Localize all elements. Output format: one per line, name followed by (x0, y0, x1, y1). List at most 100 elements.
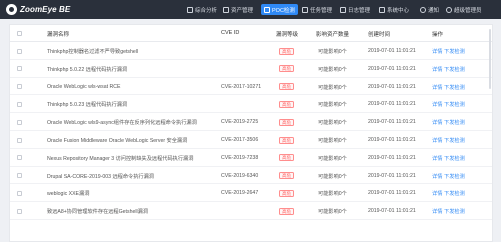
vuln-name[interactable]: Drupal SA-CORE-2019-003 远程命令执行漏洞 (47, 173, 154, 180)
row-checkbox[interactable] (17, 155, 22, 161)
details-link[interactable]: 详情 (432, 173, 442, 180)
dispatch-scan-link[interactable]: 下发检测 (444, 190, 465, 197)
user-icon (446, 6, 452, 13)
nav-label: 综合分析 (195, 7, 218, 14)
table-row: Thinkphp控制器名过滤不严导致getshell 高危 可能影响0个 2019-0… (10, 42, 492, 60)
table-row: 致远A8+协同管理软件存在远程Getshell漏洞 高危 可能影响0个 2019-07… (10, 202, 492, 220)
created-time: 2019-07-01 11:01:21 (368, 101, 416, 108)
row-checkbox[interactable] (17, 101, 22, 107)
scrollbar[interactable] (489, 29, 491, 89)
details-link[interactable]: 详情 (432, 119, 442, 126)
row-checkbox[interactable] (17, 137, 22, 143)
select-all-checkbox[interactable] (17, 31, 22, 36)
vuln-name[interactable]: Oracle WebLogic wls-wsat RCE (47, 84, 120, 90)
created-time: 2019-07-01 11:01:21 (368, 172, 416, 179)
details-link[interactable]: 详情 (432, 48, 442, 55)
impact-count: 可能影响0个 (318, 138, 347, 144)
table-row: Oracle Fusion Middleware Oracle WebLogic… (10, 131, 492, 149)
dispatch-scan-link[interactable]: 下发检测 (444, 208, 465, 215)
dispatch-scan-link[interactable]: 下发检测 (444, 155, 465, 162)
cve-id: CVE-2017-3506 (221, 137, 259, 143)
monitor-icon (379, 6, 385, 13)
cve-id: CVE-2019-2725 (221, 119, 259, 126)
severity-badge: 高危 (279, 47, 295, 55)
row-checkbox[interactable] (17, 66, 22, 72)
vuln-name[interactable]: Thinkphp 5.0.23 远程代码执行漏洞 (47, 101, 127, 108)
severity-badge: 高危 (279, 136, 295, 144)
details-link[interactable]: 详情 (432, 208, 442, 215)
grid-icon (187, 6, 193, 13)
document-icon (264, 6, 270, 13)
row-checkbox[interactable] (17, 84, 22, 90)
nav-item-tasks[interactable]: 任务管理 (302, 0, 332, 19)
impact-count: 可能影响0个 (318, 120, 347, 127)
table-row: Drupal SA-CORE-2019-003 远程命令执行漏洞 CVE-2019… (10, 167, 492, 185)
impact-count: 可能影响0个 (318, 102, 347, 109)
nav-item-assets[interactable]: 资产管理 (223, 0, 253, 19)
nav-label: 资产管理 (231, 7, 254, 14)
row-checkbox[interactable] (17, 48, 22, 54)
dispatch-scan-link[interactable]: 下发检测 (444, 66, 465, 73)
dispatch-scan-link[interactable]: 下发检测 (444, 137, 465, 144)
details-link[interactable]: 详情 (432, 84, 442, 91)
severity-badge: 高危 (279, 65, 295, 73)
created-time: 2019-07-01 11:01:21 (368, 48, 416, 54)
impact-count: 可能影响0个 (318, 209, 347, 216)
row-checkbox[interactable] (17, 173, 22, 179)
details-link[interactable]: 详情 (432, 155, 442, 162)
vuln-name[interactable]: Thinkphp 5.0.22 远程代码执行漏洞 (47, 66, 127, 73)
header-time: 创建时间 (368, 32, 391, 38)
impact-count: 可能影响0个 (318, 84, 347, 91)
list-icon (302, 6, 308, 13)
severity-badge: 高危 (279, 207, 295, 215)
table-row: Nexus Repository Manager 3 访问控制缺失及远程代码执行… (10, 149, 492, 167)
nav-item-poc[interactable]: POC检测 (261, 4, 298, 15)
vuln-name[interactable]: Nexus Repository Manager 3 访问控制缺失及远程代码执行… (47, 155, 193, 162)
vuln-name[interactable]: weblogic XXE漏洞 (47, 190, 89, 197)
cve-id: CVE-2019-7238 (221, 154, 259, 161)
vuln-name[interactable]: Oracle Fusion Middleware Oracle WebLogic… (47, 137, 187, 144)
table-row: Thinkphp 5.0.22 远程代码执行漏洞 高危 可能影响0个 2019-07-… (10, 60, 492, 78)
vuln-name[interactable]: Oracle WebLogic wls9-async组件存在反序列化远程命令执行… (47, 119, 197, 126)
row-checkbox[interactable] (17, 119, 22, 125)
table-row: weblogic XXE漏洞 CVE-2019-2647 高危 可能影响0个 2019-… (10, 184, 492, 203)
table-header: 漏洞名称 CVE ID 漏洞等级 影响资产数量 创建时间 操作 (10, 25, 492, 42)
header-level: 漏洞等级 (276, 32, 299, 38)
dispatch-scan-link[interactable]: 下发检测 (444, 48, 465, 55)
dispatch-scan-link[interactable]: 下发检测 (444, 119, 465, 126)
zoomeye-logo[interactable]: ZoomEye BE (6, 3, 70, 16)
row-checkbox[interactable] (17, 190, 22, 196)
created-time: 2019-07-01 11:01:21 (368, 190, 416, 197)
bell-icon (420, 6, 426, 13)
row-checkbox[interactable] (17, 208, 22, 214)
nav-item-user[interactable]: 超级管理员 (446, 0, 482, 19)
table-row: Thinkphp 5.0.23 远程代码执行漏洞 高危 可能影响0个 2019-07-… (10, 95, 492, 114)
vuln-name[interactable]: Thinkphp控制器名过滤不严导致getshell (47, 48, 138, 55)
cve-id: CVE-2017-10271 (221, 83, 262, 90)
vuln-name[interactable]: 致远A8+协同管理软件存在远程Getshell漏洞 (47, 208, 148, 215)
details-link[interactable]: 详情 (432, 66, 442, 73)
dispatch-scan-link[interactable]: 下发检测 (444, 173, 465, 180)
details-link[interactable]: 详情 (432, 137, 442, 144)
created-time: 2019-07-01 11:01:21 (368, 208, 416, 215)
nav-item-system[interactable]: 系统中心 (379, 0, 409, 19)
logo-eye-icon (6, 4, 17, 15)
dispatch-scan-link[interactable]: 下发检测 (444, 84, 465, 91)
calendar-icon (340, 6, 346, 13)
header-name: 漏洞名称 (47, 32, 70, 38)
nav-item-logs[interactable]: 日志管理 (340, 0, 370, 19)
nav-item-overview[interactable]: 综合分析 (187, 0, 217, 19)
impact-count: 可能影响0个 (318, 191, 347, 198)
nav-label: 任务管理 (310, 7, 333, 14)
nav-label: 日志管理 (348, 7, 371, 14)
nav-label: 系统中心 (387, 7, 410, 14)
created-time: 2019-07-01 11:01:21 (368, 83, 416, 90)
cve-id: CVE-2019-2647 (221, 190, 259, 197)
created-time: 2019-07-01 11:01:21 (368, 154, 416, 161)
dispatch-scan-link[interactable]: 下发检测 (444, 101, 465, 108)
impact-count: 可能影响0个 (318, 173, 347, 180)
nav-item-notifications[interactable]: 通知 (420, 0, 439, 19)
details-link[interactable]: 详情 (432, 101, 442, 108)
details-link[interactable]: 详情 (432, 190, 442, 197)
created-time: 2019-07-01 11:01:21 (368, 65, 416, 72)
